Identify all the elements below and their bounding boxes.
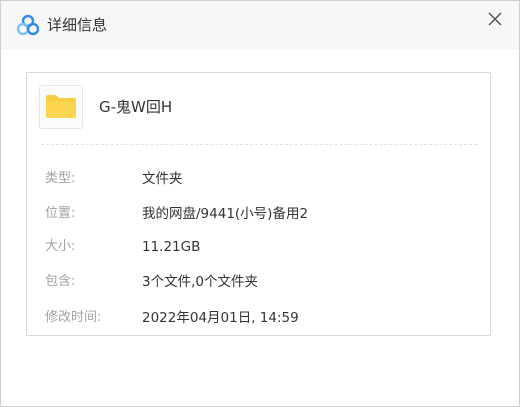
title-bar: 详细信息	[1, 1, 519, 49]
contains-label: 包含:	[45, 274, 76, 289]
modified-time-label: 修改时间:	[45, 310, 102, 325]
file-name: G-鬼W回H	[99, 98, 173, 116]
type-value: 文件夹	[142, 171, 183, 187]
type-label: 类型:	[45, 171, 76, 186]
divider	[41, 144, 477, 145]
dialog-title: 详细信息	[47, 16, 108, 34]
baidu-netdisk-cloud-icon	[16, 14, 40, 36]
location-label: 位置:	[45, 206, 76, 221]
details-card: G-鬼W回H 类型: 文件夹 位置: 我的网盘/9441(小号)备用2 大小: …	[26, 72, 491, 336]
file-thumbnail	[39, 85, 83, 129]
contains-value: 3个文件,0个文件夹	[142, 274, 258, 290]
close-icon[interactable]	[485, 9, 505, 29]
size-label: 大小:	[45, 239, 76, 254]
details-dialog: 详细信息 G-鬼W回H 类型: 文件夹 位置: 我的网盘/9441(小号)备用2…	[0, 0, 520, 407]
size-value: 11.21GB	[142, 239, 201, 255]
modified-time-value: 2022年04月01日, 14:59	[142, 310, 299, 326]
location-value: 我的网盘/9441(小号)备用2	[142, 206, 309, 222]
